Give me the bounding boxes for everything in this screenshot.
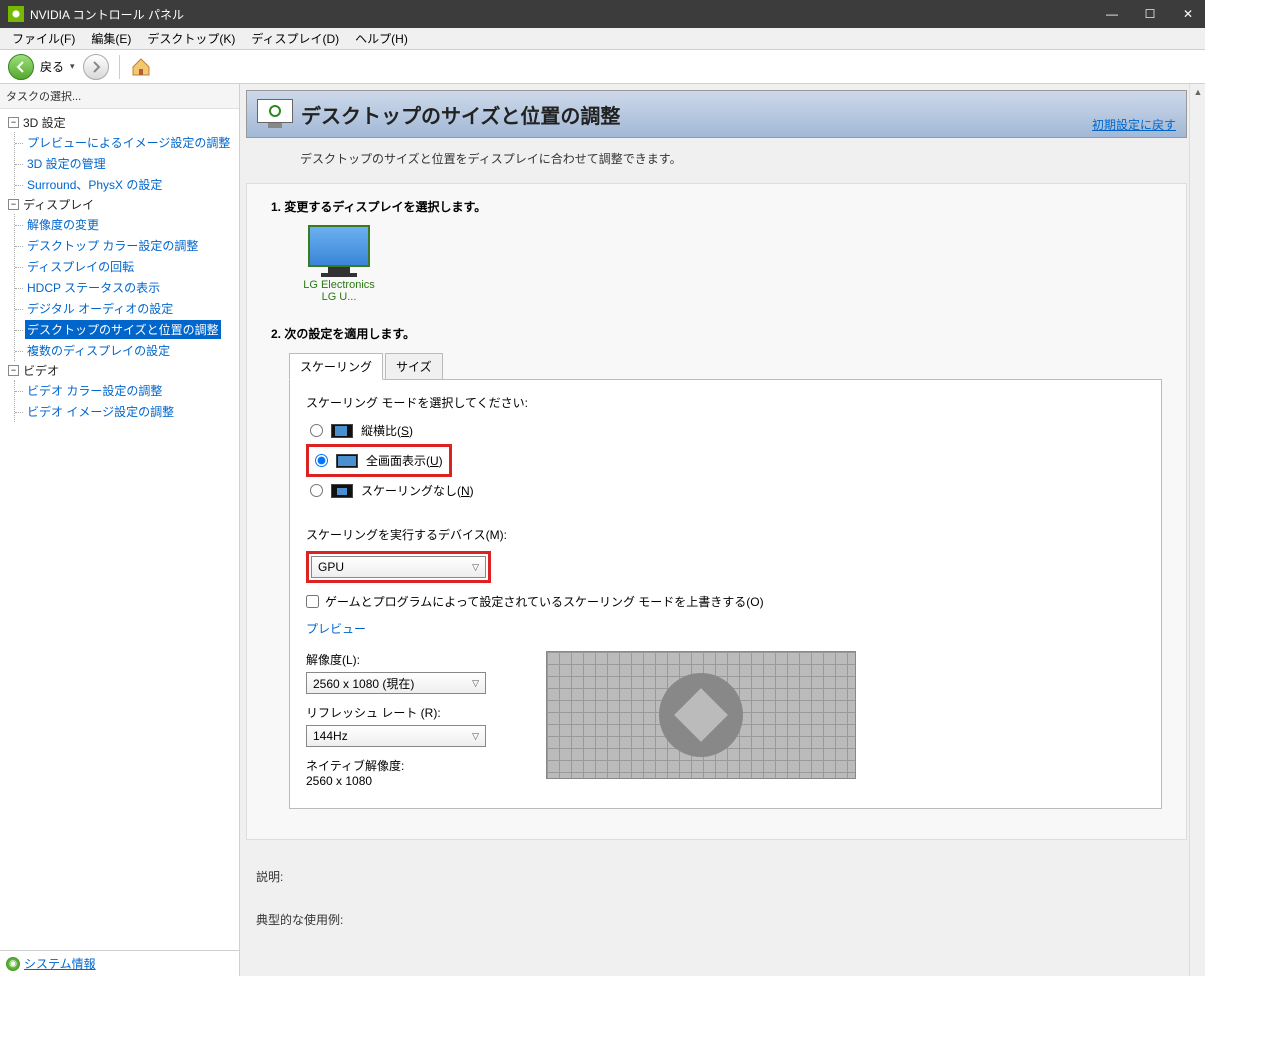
nav-desktop-size-position[interactable]: デスクトップのサイズと位置の調整 <box>25 320 221 339</box>
toolbar-separator <box>119 55 120 79</box>
noscaling-icon <box>331 484 353 498</box>
tree-node-display[interactable]: −ディスプレイ <box>0 195 239 214</box>
system-info-link[interactable]: システム情報 <box>24 955 96 972</box>
tab-size[interactable]: サイズ <box>385 353 443 380</box>
radio-aspect-label: 縦横比(S) <box>361 422 413 439</box>
override-checkbox[interactable] <box>306 595 319 608</box>
scaling-device-select[interactable]: GPU ▽ <box>311 556 486 578</box>
nav-3d-preview[interactable]: プレビューによるイメージ設定の調整 <box>25 133 232 152</box>
display-name-label: LG Electronics LG U... <box>301 279 377 303</box>
chevron-down-icon: ▽ <box>472 678 479 689</box>
nav-change-resolution[interactable]: 解像度の変更 <box>25 215 101 234</box>
tabstrip: スケーリング サイズ <box>289 352 1162 379</box>
fullscreen-icon <box>336 454 358 468</box>
nav-hdcp-status[interactable]: HDCP ステータスの表示 <box>25 278 162 297</box>
radio-fullscreen[interactable]: 全画面表示(U) <box>311 449 447 472</box>
tab-scaling[interactable]: スケーリング <box>289 353 383 380</box>
native-res-value: 2560 x 1080 <box>306 774 506 788</box>
minimize-button[interactable]: — <box>1103 5 1121 23</box>
scaling-mode-label: スケーリング モードを選択してください: <box>306 394 1145 411</box>
display-tile[interactable]: LG Electronics LG U... <box>301 225 377 303</box>
sysinfo-icon: ◉ <box>6 957 20 971</box>
nav-tree: −3D 設定 プレビューによるイメージ設定の調整 3D 設定の管理 Surrou… <box>0 109 239 950</box>
refresh-select[interactable]: 144Hz▽ <box>306 725 486 747</box>
menu-desktop[interactable]: デスクトップ(K) <box>139 28 243 49</box>
chevron-down-icon: ▽ <box>472 731 479 742</box>
scrollbar[interactable]: ▲ <box>1189 84 1205 976</box>
nav-digital-audio[interactable]: デジタル オーディオの設定 <box>25 299 175 318</box>
monitor-header-icon <box>257 99 293 129</box>
resolution-select[interactable]: 2560 x 1080 (現在)▽ <box>306 672 486 694</box>
maximize-button[interactable]: ☐ <box>1141 5 1159 23</box>
step2-title: 2. 次の設定を適用します。 <box>271 325 1162 342</box>
sidebar-header: タスクの選択... <box>0 84 239 109</box>
collapse-icon[interactable]: − <box>8 117 19 128</box>
home-icon[interactable] <box>130 56 152 78</box>
aspect-icon <box>331 424 353 438</box>
toolbar: 戻る ▾ <box>0 50 1205 84</box>
collapse-icon[interactable]: − <box>8 365 19 376</box>
close-button[interactable]: ✕ <box>1179 5 1197 23</box>
main-content: デスクトップのサイズと位置の調整 初期設定に戻す デスクトップのサイズと位置をデ… <box>240 84 1205 976</box>
page-title: デスクトップのサイズと位置の調整 <box>301 100 1092 129</box>
tree-node-3d[interactable]: −3D 設定 <box>0 113 239 132</box>
page-description: デスクトップのサイズと位置をディスプレイに合わせて調整できます。 <box>240 138 1193 183</box>
sidebar: タスクの選択... −3D 設定 プレビューによるイメージ設定の調整 3D 設定… <box>0 84 240 976</box>
menubar: ファイル(F) 編集(E) デスクトップ(K) ディスプレイ(D) ヘルプ(H) <box>0 28 1205 50</box>
nav-rotate-display[interactable]: ディスプレイの回転 <box>25 257 136 276</box>
scaling-device-value: GPU <box>318 560 344 574</box>
typical-usage-section: 典型的な使用例: <box>246 907 1187 932</box>
back-dropdown-icon[interactable]: ▾ <box>70 61 75 72</box>
radio-noscaling-label: スケーリングなし(N) <box>361 482 474 499</box>
scroll-up-icon[interactable]: ▲ <box>1190 84 1205 100</box>
nav-video-image[interactable]: ビデオ イメージ設定の調整 <box>25 402 176 421</box>
preview-title: プレビュー <box>306 620 1145 637</box>
radio-aspect-input[interactable] <box>310 424 323 437</box>
step1-title: 1. 変更するディスプレイを選択します。 <box>271 198 1162 215</box>
chevron-down-icon: ▽ <box>472 562 479 573</box>
override-label: ゲームとプログラムによって設定されているスケーリング モードを上書きする(O) <box>325 593 764 610</box>
back-button[interactable] <box>8 54 34 80</box>
native-res-label: ネイティブ解像度: <box>306 757 506 774</box>
nav-multi-display[interactable]: 複数のディスプレイの設定 <box>25 341 172 360</box>
back-label: 戻る <box>40 58 64 75</box>
radio-no-scaling[interactable]: スケーリングなし(N) <box>306 479 1145 502</box>
menu-help[interactable]: ヘルプ(H) <box>347 28 416 49</box>
menu-file[interactable]: ファイル(F) <box>4 28 83 49</box>
sidebar-footer: ◉ システム情報 <box>0 950 239 976</box>
titlebar: NVIDIA コントロール パネル — ☐ ✕ <box>0 0 1205 28</box>
highlight-fullscreen: 全画面表示(U) <box>306 444 452 477</box>
radio-fullscreen-label: 全画面表示(U) <box>366 452 443 469</box>
resolution-label: 解像度(L): <box>306 651 506 668</box>
refresh-label: リフレッシュ レート (R): <box>306 704 506 721</box>
tab-body: スケーリング モードを選択してください: 縦横比(S) 全画面表示(U) <box>289 379 1162 809</box>
window-title: NVIDIA コントロール パネル <box>30 6 1103 23</box>
highlight-device-select: GPU ▽ <box>306 551 491 583</box>
forward-button[interactable] <box>83 54 109 80</box>
restore-defaults-link[interactable]: 初期設定に戻す <box>1092 116 1176 133</box>
nvidia-logo-icon <box>8 6 24 22</box>
preview-image <box>546 651 856 779</box>
page-header: デスクトップのサイズと位置の調整 初期設定に戻す <box>246 90 1187 138</box>
menu-display[interactable]: ディスプレイ(D) <box>243 28 347 49</box>
explain-section: 説明: <box>246 860 1187 893</box>
monitor-icon <box>308 225 370 267</box>
settings-panel: 1. 変更するディスプレイを選択します。 LG Electronics LG U… <box>246 183 1187 840</box>
override-checkbox-row[interactable]: ゲームとプログラムによって設定されているスケーリング モードを上書きする(O) <box>306 593 1145 610</box>
radio-aspect-ratio[interactable]: 縦横比(S) <box>306 419 1145 442</box>
nav-surround-physx[interactable]: Surround、PhysX の設定 <box>25 175 164 194</box>
nav-video-color[interactable]: ビデオ カラー設定の調整 <box>25 381 164 400</box>
tree-node-video[interactable]: −ビデオ <box>0 361 239 380</box>
collapse-icon[interactable]: − <box>8 199 19 210</box>
radio-fullscreen-input[interactable] <box>315 454 328 467</box>
display-selector: LG Electronics LG U... <box>301 225 1162 303</box>
radio-noscaling-input[interactable] <box>310 484 323 497</box>
nav-desktop-color[interactable]: デスクトップ カラー設定の調整 <box>25 236 200 255</box>
nav-3d-manage[interactable]: 3D 設定の管理 <box>25 154 108 173</box>
menu-edit[interactable]: 編集(E) <box>83 28 139 49</box>
scaling-device-label: スケーリングを実行するデバイス(M): <box>306 526 1145 543</box>
